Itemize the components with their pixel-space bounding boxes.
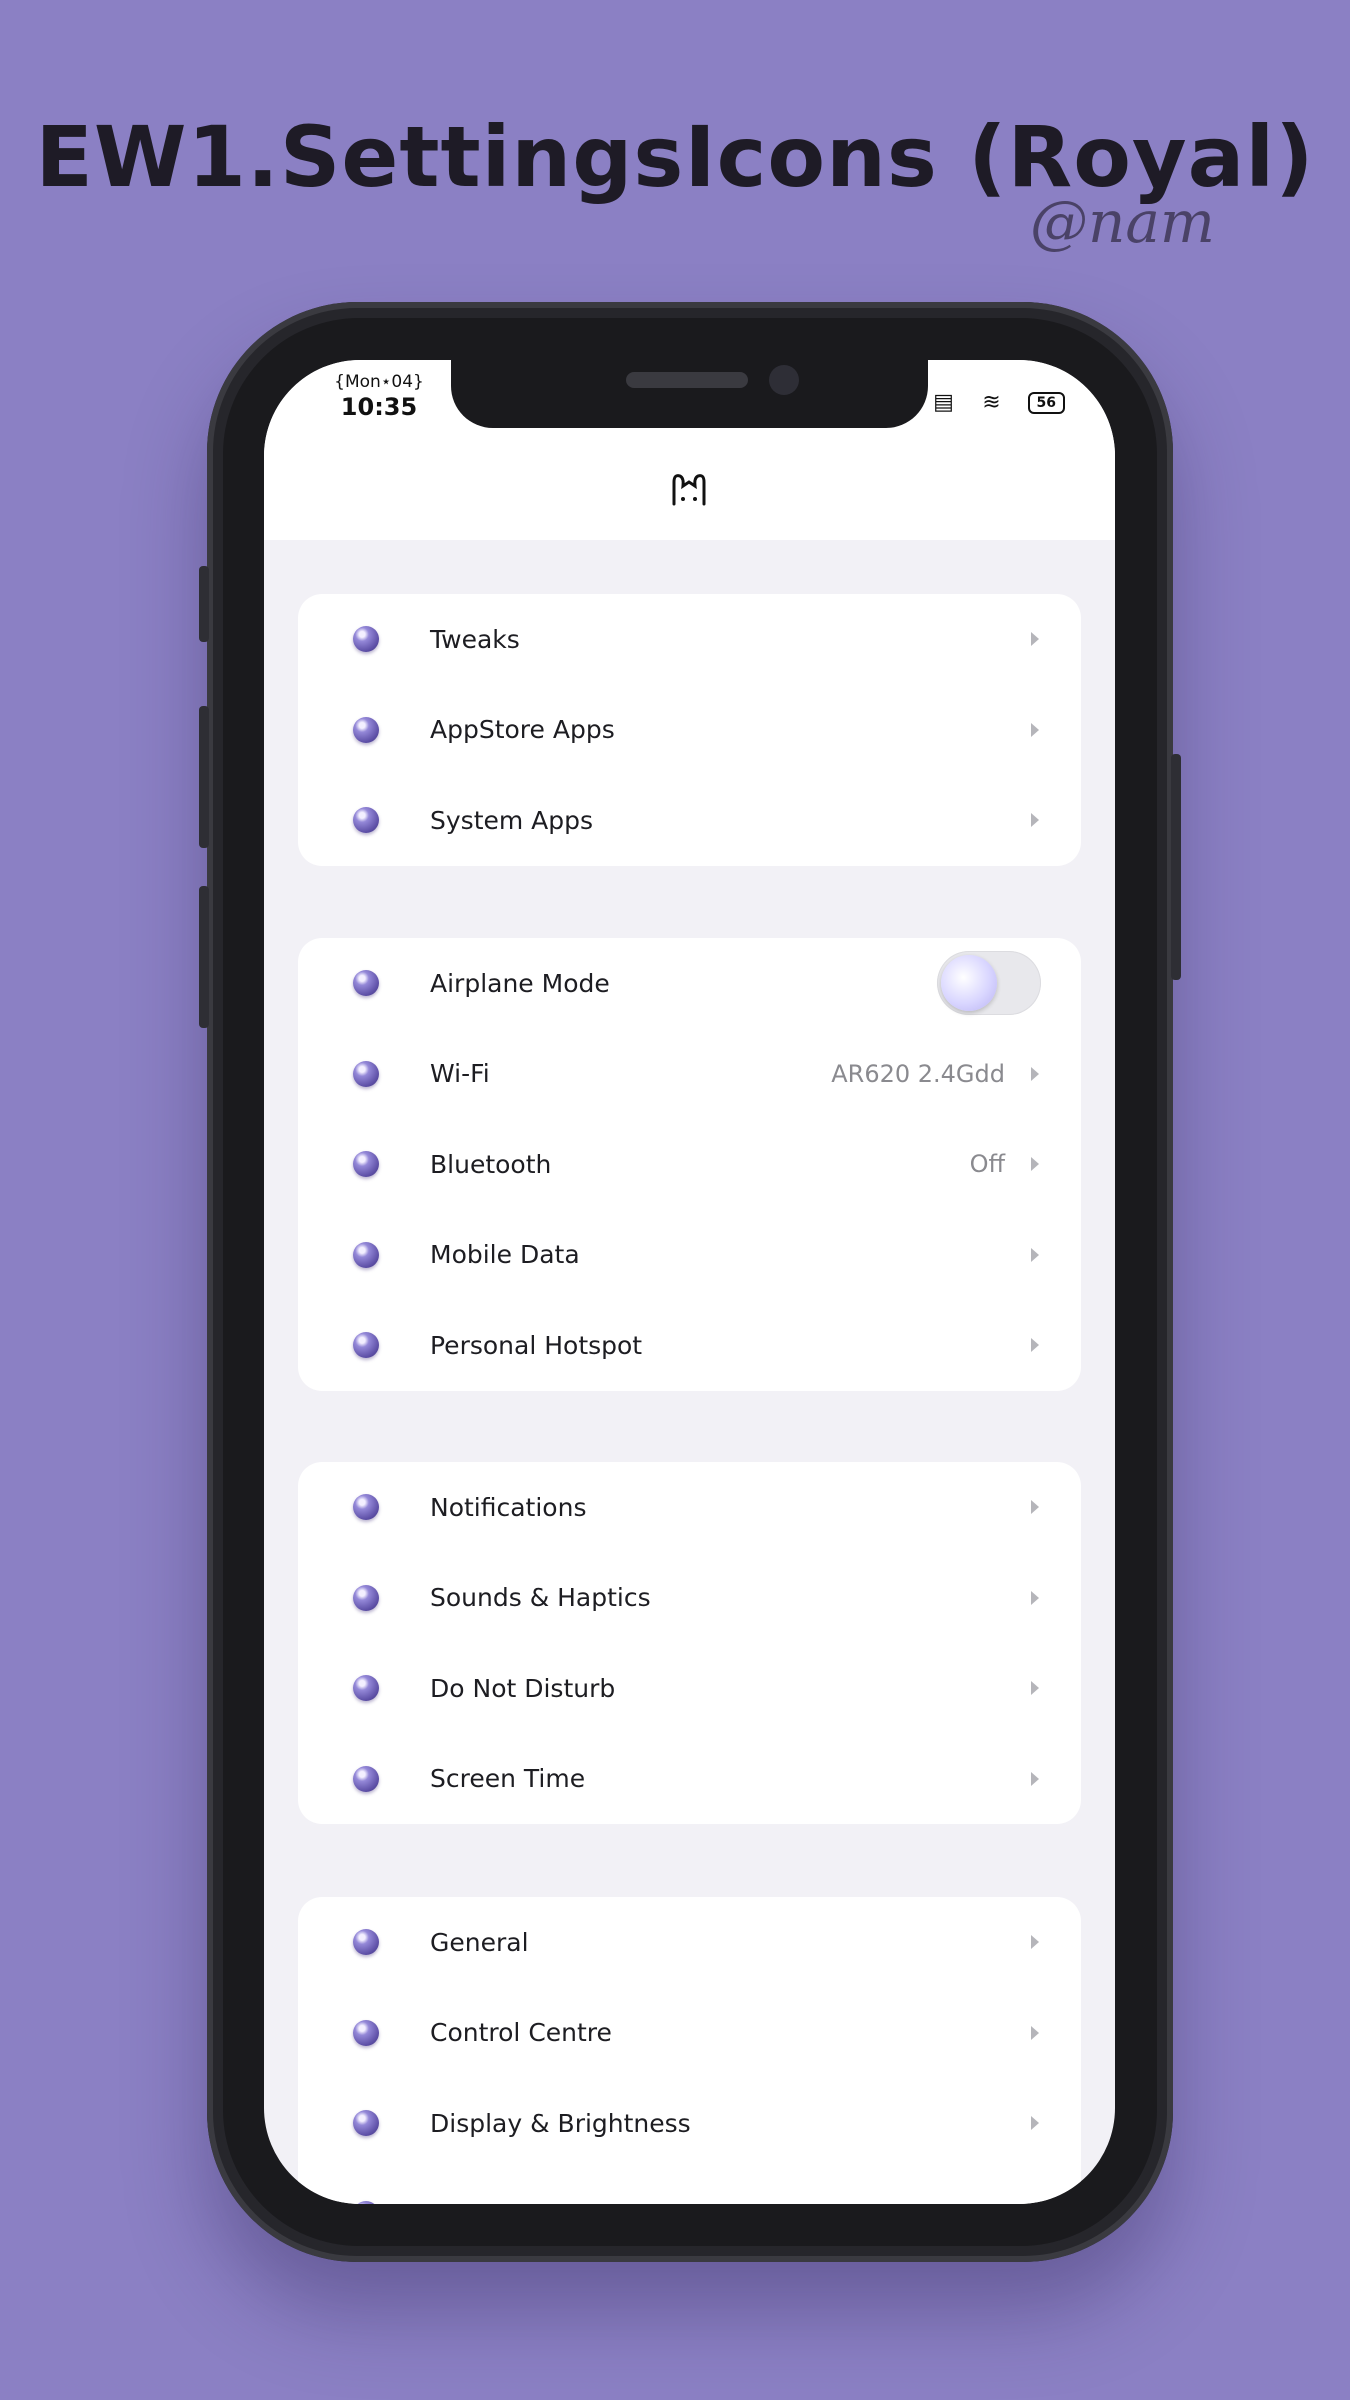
chevron-right-icon bbox=[1031, 813, 1039, 828]
notch bbox=[451, 360, 928, 428]
settings-row-wifi[interactable]: Wi-Fi AR620 2.4Gdd bbox=[298, 1029, 1081, 1120]
row-label: Mobile Data bbox=[430, 1240, 580, 1270]
front-camera bbox=[769, 365, 799, 395]
sounds-icon bbox=[353, 1584, 379, 1611]
settings-row-general[interactable]: General bbox=[298, 1897, 1081, 1988]
row-label: Control Centre bbox=[430, 2018, 612, 2048]
settings-group-general: General Control Centre Display & Brightn… bbox=[298, 1897, 1081, 2204]
row-label: Display & Brightness bbox=[430, 2108, 691, 2138]
airplane-icon bbox=[353, 970, 379, 997]
settings-row-screen-time[interactable]: Screen Time bbox=[298, 1734, 1081, 1825]
mute-switch bbox=[199, 566, 209, 642]
tweaks-icon bbox=[353, 626, 379, 653]
settings-row-airplane-mode: Airplane Mode bbox=[298, 938, 1081, 1029]
row-label: Tweaks bbox=[430, 624, 520, 654]
appstore-icon bbox=[353, 716, 379, 743]
settings-row-partial[interactable] bbox=[298, 2169, 1081, 2204]
notifications-icon bbox=[353, 1494, 379, 1521]
volume-up-button bbox=[199, 706, 209, 848]
row-label: Do Not Disturb bbox=[430, 1673, 616, 1703]
row-label: System Apps bbox=[430, 805, 594, 835]
chevron-right-icon bbox=[1031, 2025, 1039, 2040]
brightness-icon bbox=[353, 2110, 379, 2137]
hotspot-icon bbox=[353, 1332, 379, 1359]
status-time: 10:35 bbox=[340, 393, 418, 421]
mobile-data-icon bbox=[353, 1241, 379, 1268]
chevron-right-icon bbox=[1031, 1338, 1039, 1353]
battery-icon: 56 bbox=[1027, 391, 1065, 414]
bunny-logo-icon bbox=[672, 474, 706, 506]
settings-row-notifications[interactable]: Notifications bbox=[298, 1462, 1081, 1553]
settings-row-display-brightness[interactable]: Display & Brightness bbox=[298, 2078, 1081, 2169]
status-icons: ▤ ≋ 56 bbox=[932, 390, 1065, 415]
hourglass-icon bbox=[353, 1765, 379, 1792]
settings-row-bluetooth[interactable]: Bluetooth Off bbox=[298, 1119, 1081, 1210]
bluetooth-status: Off bbox=[969, 1150, 1005, 1179]
settings-row-do-not-disturb[interactable]: Do Not Disturb bbox=[298, 1643, 1081, 1734]
settings-group-apps: Tweaks AppStore Apps System Apps bbox=[298, 594, 1081, 866]
partial-row-icon bbox=[353, 2200, 379, 2204]
signal-icon: ▤ bbox=[933, 390, 954, 415]
settings-row-tweaks[interactable]: Tweaks bbox=[298, 594, 1081, 685]
chevron-right-icon bbox=[1031, 722, 1039, 737]
settings-row-personal-hotspot[interactable]: Personal Hotspot bbox=[298, 1300, 1081, 1391]
chevron-right-icon bbox=[1031, 1681, 1039, 1696]
row-label: Screen Time bbox=[430, 1764, 586, 1794]
row-label: Personal Hotspot bbox=[430, 1330, 643, 1360]
chevron-right-icon bbox=[1031, 1247, 1039, 1262]
settings-row-mobile-data[interactable]: Mobile Data bbox=[298, 1210, 1081, 1301]
row-label: General bbox=[430, 1927, 529, 1957]
settings-row-appstore-apps[interactable]: AppStore Apps bbox=[298, 685, 1081, 776]
airplane-mode-toggle[interactable] bbox=[937, 951, 1041, 1016]
row-label: Sounds & Haptics bbox=[430, 1583, 651, 1613]
speaker-grille bbox=[626, 372, 748, 388]
chevron-right-icon bbox=[1031, 1500, 1039, 1515]
signature: @nam bbox=[1030, 188, 1215, 256]
chevron-right-icon bbox=[1031, 1157, 1039, 1172]
row-label: Notifications bbox=[430, 1492, 587, 1522]
settings-row-system-apps[interactable]: System Apps bbox=[298, 775, 1081, 866]
row-label: Wi-Fi bbox=[430, 1059, 490, 1089]
settings-group-connectivity: Airplane Mode Wi-Fi AR620 2.4Gdd Bluetoo… bbox=[298, 938, 1081, 1391]
row-label: AppStore Apps bbox=[430, 715, 615, 745]
gear-icon bbox=[353, 1929, 379, 1956]
wifi-icon: ≋ bbox=[982, 390, 1001, 415]
power-button bbox=[1171, 754, 1181, 980]
row-label: Bluetooth bbox=[430, 1149, 552, 1179]
volume-down-button bbox=[199, 886, 209, 1028]
system-apps-icon bbox=[353, 807, 379, 834]
chevron-right-icon bbox=[1031, 1935, 1039, 1950]
wifi-settings-icon bbox=[353, 1060, 379, 1087]
status-clock: {Mon⋆04} 10:35 bbox=[319, 372, 439, 422]
status-date: {Mon⋆04} bbox=[334, 372, 424, 392]
chevron-right-icon bbox=[1031, 1590, 1039, 1605]
wifi-network-name: AR620 2.4Gdd bbox=[831, 1059, 1005, 1088]
settings-group-notifications: Notifications Sounds & Haptics Do Not Di… bbox=[298, 1462, 1081, 1824]
chevron-right-icon bbox=[1031, 2116, 1039, 2131]
moon-icon bbox=[353, 1675, 379, 1702]
toggle-knob bbox=[941, 955, 997, 1012]
settings-row-control-centre[interactable]: Control Centre bbox=[298, 1988, 1081, 2079]
bluetooth-icon bbox=[353, 1151, 379, 1178]
control-centre-icon bbox=[353, 2019, 379, 2046]
chevron-right-icon bbox=[1031, 1771, 1039, 1786]
row-label: Airplane Mode bbox=[430, 968, 610, 998]
chevron-right-icon bbox=[1031, 1066, 1039, 1081]
phone-screen: {Mon⋆04} 10:35 ▤ ≋ 56 Tweaks AppStore Ap… bbox=[264, 360, 1115, 2204]
settings-row-sounds-haptics[interactable]: Sounds & Haptics bbox=[298, 1553, 1081, 1644]
chevron-right-icon bbox=[1031, 632, 1039, 647]
